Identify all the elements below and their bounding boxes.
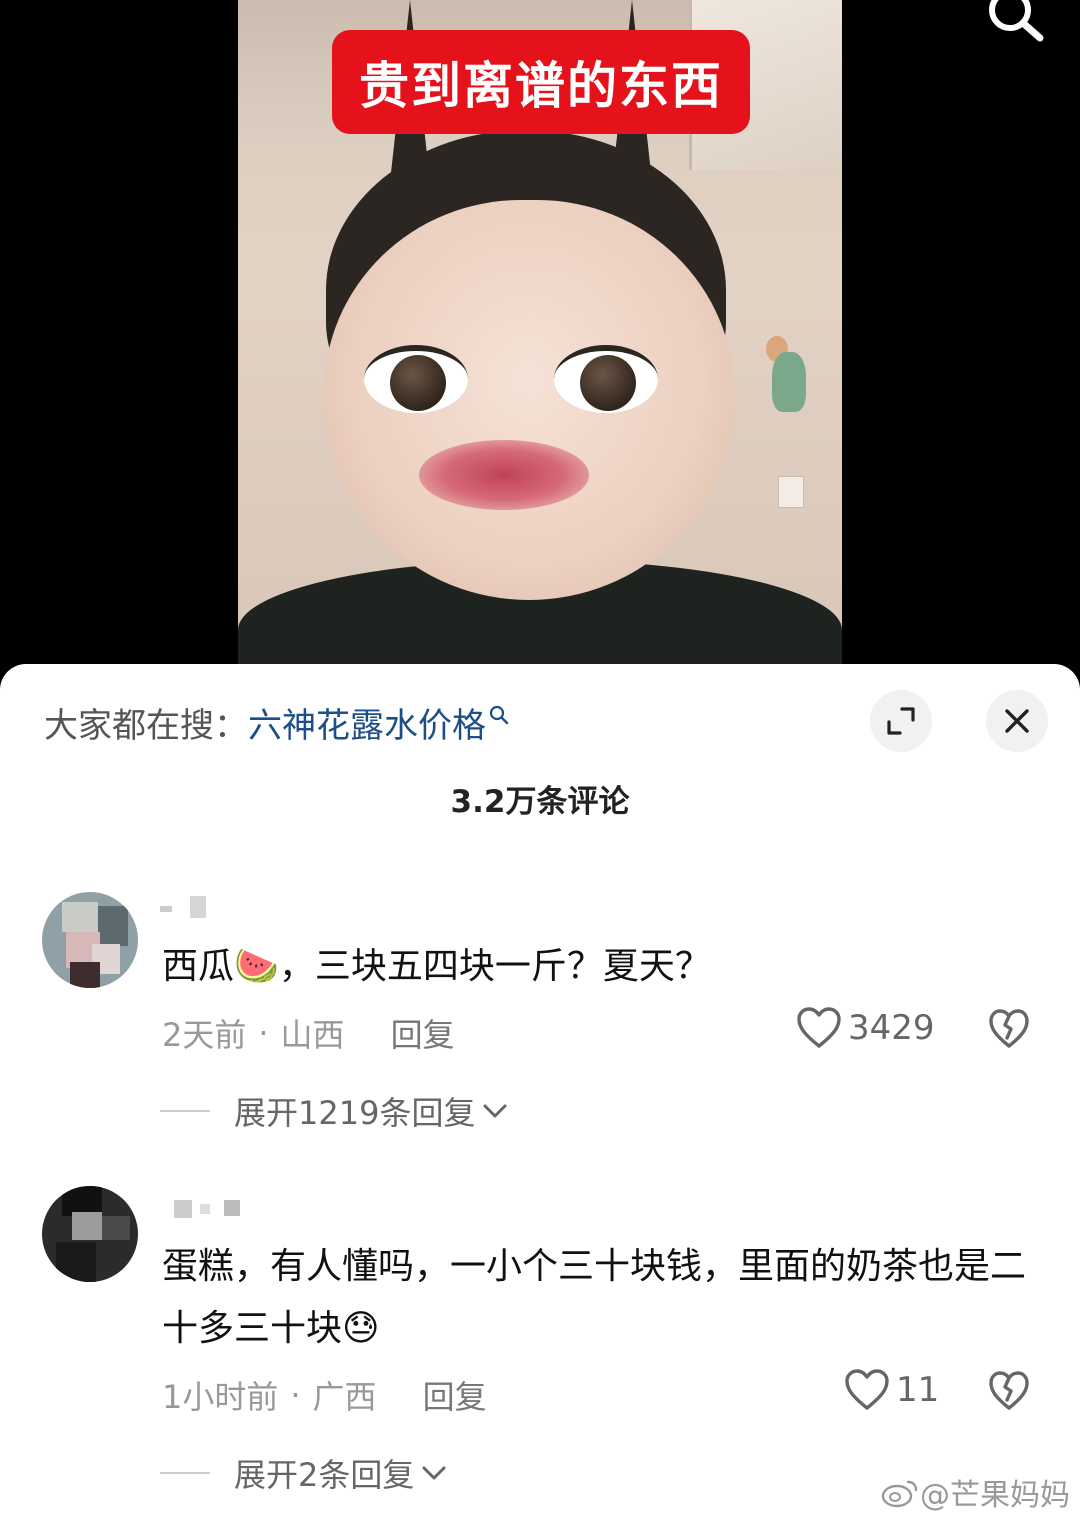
dislike-button[interactable] [988, 1008, 1030, 1054]
comment-meta: 1小时前 · 广西 回复 [162, 1372, 487, 1418]
meta-separator: · [290, 1376, 301, 1414]
divider [160, 1472, 210, 1474]
comment-item: 西瓜🍉，三块五四块一斤？夏天？ 2天前 · 山西 回复 3429 展开1219条… [0, 892, 1080, 1152]
face [324, 200, 734, 600]
expand-icon [887, 707, 915, 735]
comment-text: 西瓜🍉，三块五四块一斤？夏天？ [162, 946, 711, 987]
wall-switch [778, 476, 804, 508]
expand-replies-label: 展开2条回复 [234, 1456, 415, 1494]
chevron-down-icon [422, 1466, 446, 1480]
eye [364, 345, 468, 413]
reply-button[interactable]: 回复 [391, 1010, 455, 1056]
expand-replies-button[interactable]: 展开1219条回复 [160, 1088, 509, 1134]
comment-sheet: 大家都在搜： 六神花露水价格 3.2万条评论 西瓜🍉，三块五四块一斤？夏天？ 2… [0, 664, 1080, 1518]
eye [554, 345, 658, 413]
watermark-text: @芒果妈妈 [920, 1478, 1070, 1513]
avatar[interactable] [42, 892, 138, 988]
avatar[interactable] [42, 1186, 138, 1282]
search-button[interactable] [984, 0, 1048, 44]
search-icon [489, 705, 509, 725]
wall-lamp [766, 322, 812, 432]
username[interactable] [160, 896, 206, 918]
dislike-button[interactable] [988, 1370, 1030, 1416]
video-title-badge: 贵到离谱的东西 [332, 30, 750, 134]
expand-replies-label: 展开1219条回复 [234, 1094, 476, 1132]
divider [160, 1110, 210, 1112]
comment-text: 蛋糕，有人懂吗，一小个三十块钱，里面的奶茶也是二十多三十块😓 [162, 1246, 1027, 1349]
comment-item: 蛋糕，有人懂吗，一小个三十块钱，里面的奶茶也是二十多三十块😓 1小时前 · 广西… [0, 1186, 1080, 1506]
watermark: @芒果妈妈 [880, 1470, 1070, 1514]
comment-count: 3.2万条评论 [450, 784, 630, 820]
comment-location: 广西 [312, 1378, 377, 1416]
comment-meta: 2天前 · 山西 回复 [162, 1010, 455, 1056]
close-icon [1005, 709, 1029, 733]
like-count: 3429 [848, 1008, 935, 1048]
broken-heart-icon [989, 1009, 1029, 1048]
like-button[interactable]: 3429 [796, 1006, 935, 1050]
comment-time: 1小时前 [162, 1378, 279, 1416]
close-button[interactable] [986, 690, 1048, 752]
mouth [419, 440, 589, 510]
chevron-down-icon [483, 1104, 507, 1118]
comment-time: 2天前 [162, 1016, 247, 1054]
reply-button[interactable]: 回复 [423, 1372, 487, 1418]
expand-button[interactable] [870, 690, 932, 752]
comment-location: 山西 [280, 1016, 345, 1054]
meta-separator: · [258, 1014, 269, 1052]
hot-search-link[interactable]: 六神花露水价格 [248, 698, 486, 747]
video-player[interactable]: 贵到离谱的东西 [0, 0, 1080, 680]
weibo-logo-icon [881, 1480, 918, 1508]
hot-search-bar[interactable]: 大家都在搜： 六神花露水价格 [44, 698, 510, 747]
broken-heart-icon [989, 1371, 1029, 1410]
hot-search-label: 大家都在搜： [44, 705, 248, 746]
heart-icon [845, 1369, 889, 1410]
username[interactable] [174, 1200, 244, 1222]
like-button[interactable]: 11 [844, 1368, 939, 1412]
like-count: 11 [896, 1370, 940, 1410]
search-icon [989, 0, 1044, 42]
heart-icon [797, 1007, 841, 1048]
expand-replies-button[interactable]: 展开2条回复 [160, 1450, 448, 1496]
